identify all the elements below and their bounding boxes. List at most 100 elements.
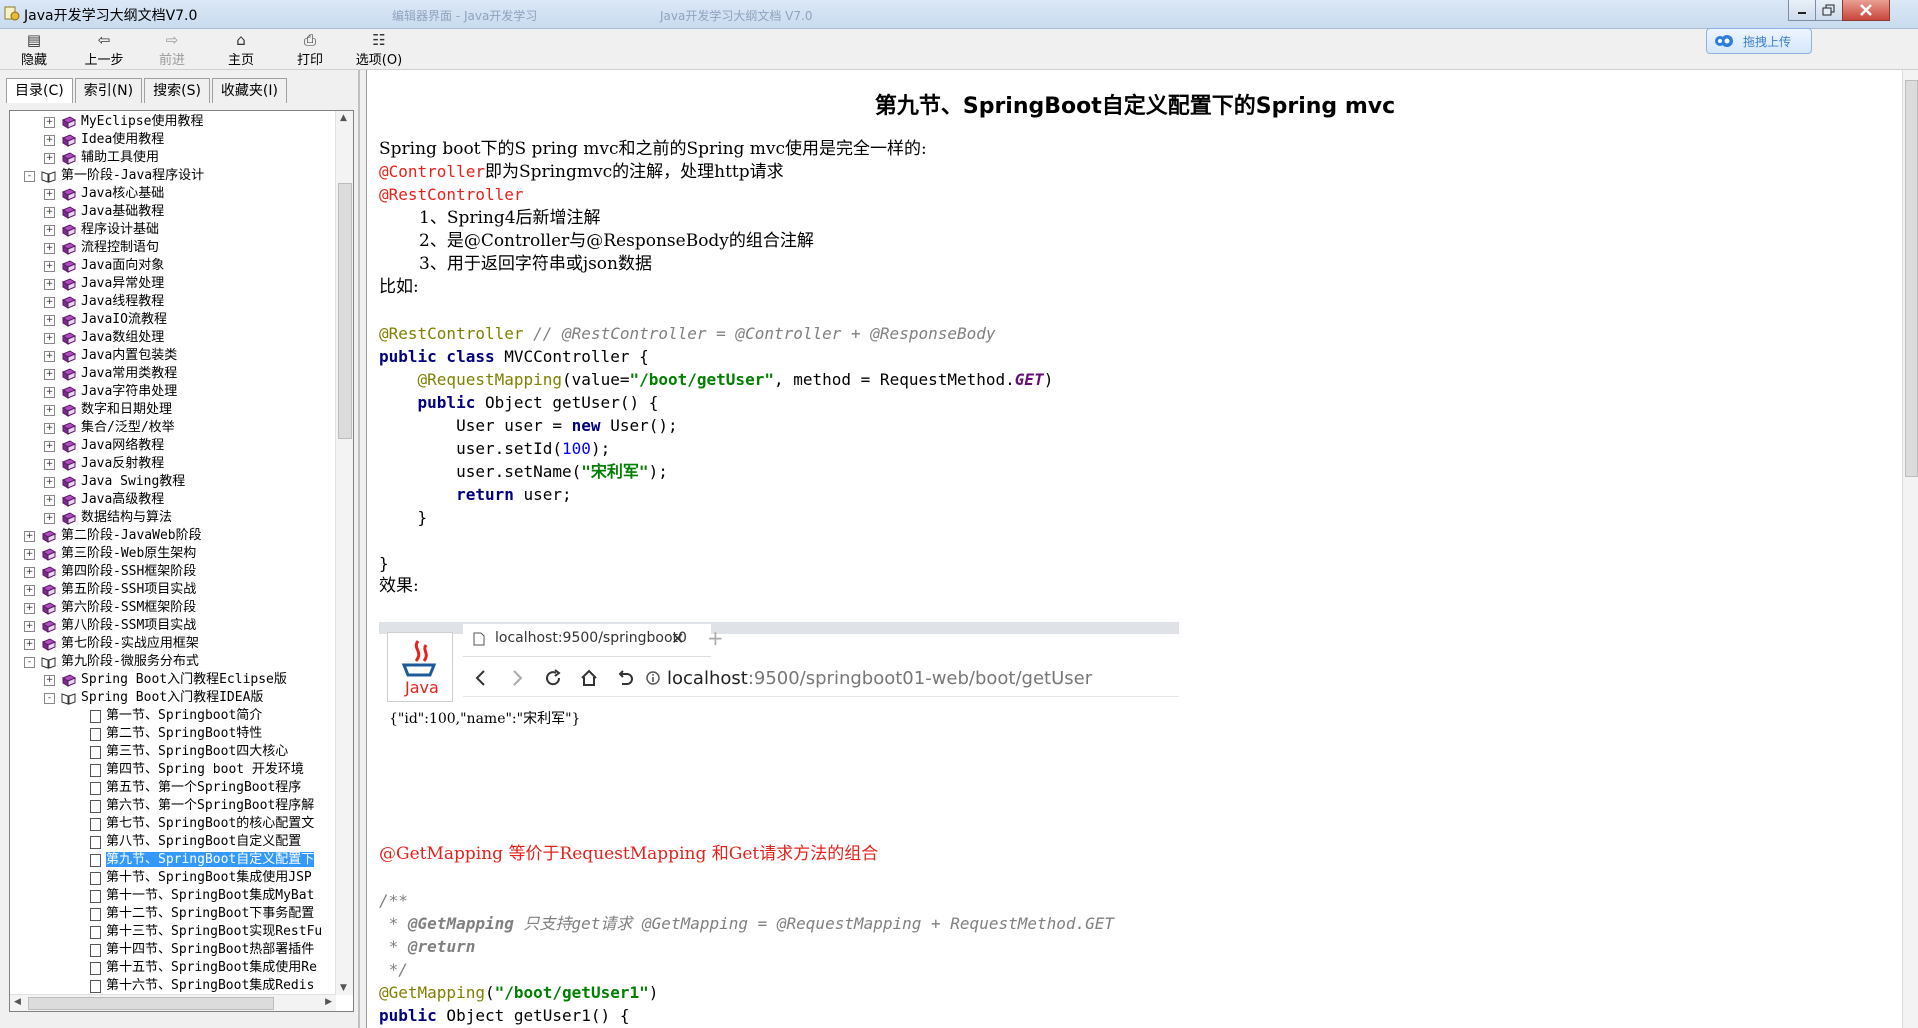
hide-button[interactable]: ▤ 隐藏 [0,31,68,68]
tree-item[interactable]: 第十二节、SpringBoot下事务配置 [90,905,314,923]
tree-item[interactable]: + Java异常处理 [44,275,164,293]
tree-item[interactable]: 第七节、SpringBoot的核心配置文 [90,815,314,833]
expand-icon[interactable]: + [44,512,55,524]
tree-item[interactable]: - 第九阶段-微服务分布式 [24,653,199,671]
tree-item[interactable]: + Java常用类教程 [44,365,177,383]
expand-icon[interactable]: + [44,188,55,200]
tree-item[interactable]: 第十六节、SpringBoot集成Redis [90,977,314,995]
tree-item[interactable]: + Java字符串处理 [44,383,177,401]
expand-icon[interactable]: + [24,530,35,542]
undo-icon[interactable] [615,668,635,688]
tree-item[interactable]: 第十五节、SpringBoot集成使用Re [90,959,317,977]
expand-icon[interactable]: + [24,602,35,614]
content-scroll-thumb[interactable] [1905,80,1918,477]
scroll-down-icon[interactable]: ▼ [340,983,347,993]
expand-icon[interactable]: + [44,116,55,128]
expand-icon[interactable]: + [44,242,55,254]
tree-item[interactable]: + 第七阶段-实战应用框架 [24,635,199,653]
tab-contents[interactable]: 目录(C) [6,78,73,103]
tree-item[interactable]: + Java基础教程 [44,203,164,221]
tree-item[interactable]: 第十一节、SpringBoot集成MyBat [90,887,314,905]
tab-search[interactable]: 搜索(S) [144,78,210,103]
tree-item[interactable]: + Java内置包装类 [44,347,177,365]
home-button[interactable]: ⌂ 主页 [207,31,275,68]
maximize-button[interactable] [1815,0,1843,21]
print-button[interactable]: ⎙ 打印 [276,31,344,68]
expand-icon[interactable]: + [24,566,35,578]
content-vertical-scrollbar[interactable] [1902,70,1918,1028]
tree-item[interactable]: 第十节、SpringBoot集成使用JSP [90,869,312,887]
upload-button[interactable]: 拖拽上传 [1706,28,1812,54]
tree-item[interactable]: + Java核心基础 [44,185,164,203]
tree-item[interactable]: + Java数组处理 [44,329,164,347]
tree-item[interactable]: + 辅助工具使用 [44,149,159,167]
tree-item[interactable]: + MyEclipse使用教程 [44,113,203,131]
tree-item[interactable]: + 数据结构与算法 [44,509,172,527]
tree-item[interactable]: 第五节、第一个SpringBoot程序 [90,779,301,797]
expand-icon[interactable]: + [44,314,55,326]
info-icon[interactable] [645,670,661,686]
collapse-icon[interactable]: - [24,656,35,668]
close-button[interactable] [1842,0,1890,21]
tree-item[interactable]: 第四节、Spring boot 开发环境 [90,761,304,779]
tree-item[interactable]: + 第四阶段-SSH框架阶段 [24,563,196,581]
tree-item[interactable]: - Spring Boot入门教程IDEA版 [44,689,263,707]
scroll-up-icon[interactable]: ▲ [340,113,347,123]
expand-icon[interactable]: + [44,674,55,686]
expand-icon[interactable]: + [44,458,55,470]
tree-hscroll-thumb[interactable] [28,997,274,1010]
expand-icon[interactable]: + [44,296,55,308]
expand-icon[interactable]: + [44,422,55,434]
expand-icon[interactable]: + [44,494,55,506]
expand-icon[interactable]: + [44,260,55,272]
forward-button[interactable]: ⇨ 前进 [138,31,206,68]
tree-item[interactable]: + 第二阶段-JavaWeb阶段 [24,527,202,545]
new-tab-icon[interactable]: + [707,626,724,650]
tree-scroll-thumb[interactable] [338,183,352,439]
expand-icon[interactable]: + [24,548,35,560]
tree-item[interactable]: + 集合/泛型/枚举 [44,419,175,437]
expand-icon[interactable]: + [44,278,55,290]
url-bar[interactable]: localhost:9500/springboot01-web/boot/get… [667,668,1092,689]
tree-item[interactable]: + 数字和日期处理 [44,401,172,419]
tree-item[interactable]: + Java反射教程 [44,455,164,473]
expand-icon[interactable]: + [44,368,55,380]
tab-close-icon[interactable]: ✕ [671,629,684,648]
browser-tab[interactable]: localhost:9500/springboot0 ✕ + [463,624,724,657]
tree-item[interactable]: + 第五阶段-SSH项目实战 [24,581,196,599]
back-button[interactable]: ⇦ 上一步 [70,31,138,68]
tree-item[interactable]: 第九节、SpringBoot自定义配置下 [90,851,315,869]
tree-item[interactable]: 第八节、SpringBoot自定义配置 [90,833,301,851]
reload-icon[interactable] [543,668,563,688]
tree-item[interactable]: 第二节、SpringBoot特性 [90,725,262,743]
expand-icon[interactable]: + [44,152,55,164]
tree-item[interactable]: + 程序设计基础 [44,221,159,239]
scroll-right-icon[interactable]: ▶ [325,997,332,1007]
collapse-icon[interactable]: - [24,170,35,182]
expand-icon[interactable]: + [44,224,55,236]
tree-item[interactable]: - 第一阶段-Java程序设计 [24,167,204,185]
expand-icon[interactable]: + [44,350,55,362]
browser-forward-icon[interactable] [507,668,527,688]
expand-icon[interactable]: + [44,476,55,488]
expand-icon[interactable]: + [24,620,35,632]
tree-item[interactable]: + Java高级教程 [44,491,164,509]
expand-icon[interactable]: + [44,206,55,218]
tree-item[interactable]: 第十四节、SpringBoot热部署插件 [90,941,314,959]
tree-item[interactable]: + Java Swing教程 [44,473,185,491]
tree-item[interactable]: + JavaIO流教程 [44,311,167,329]
scroll-left-icon[interactable]: ◀ [14,997,21,1007]
minimize-button[interactable] [1788,0,1816,21]
tree-item[interactable]: 第三节、SpringBoot四大核心 [90,743,288,761]
home-icon[interactable] [579,668,599,688]
expand-icon[interactable]: + [24,584,35,596]
options-button[interactable]: ☷ 选项(O) [345,31,413,68]
expand-icon[interactable]: + [44,404,55,416]
tree-item[interactable]: + Idea使用教程 [44,131,164,149]
tree-item[interactable]: 第十三节、SpringBoot实现RestFu [90,923,322,941]
expand-icon[interactable]: + [44,386,55,398]
tree-item[interactable]: + 第三阶段-Web原生架构 [24,545,196,563]
tree-horizontal-scrollbar[interactable]: ◀ ▶ [10,994,336,1011]
tree-vertical-scrollbar[interactable]: ▲ ▼ [335,111,353,995]
tree-item[interactable]: + Spring Boot入门教程Eclipse版 [44,671,287,689]
